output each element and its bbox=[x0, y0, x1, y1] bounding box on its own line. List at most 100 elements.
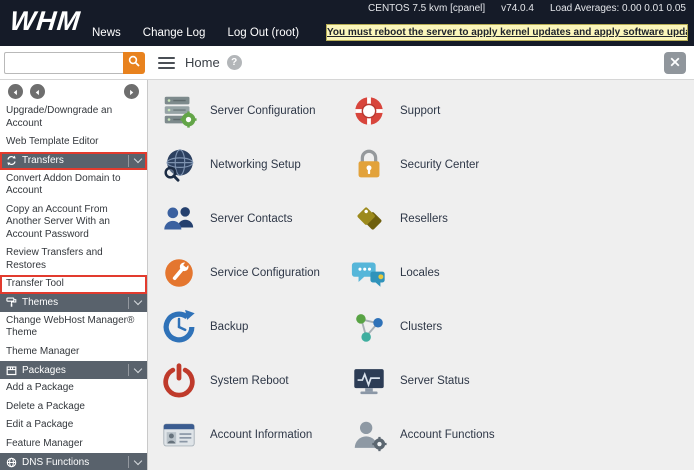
version-label: v74.0.4 bbox=[501, 3, 534, 14]
account-functions-icon bbox=[350, 416, 388, 454]
app-item-locales[interactable]: Locales bbox=[350, 254, 694, 292]
app-item-security-center[interactable]: Security Center bbox=[350, 146, 694, 184]
app-item-server-configuration[interactable]: Server Configuration bbox=[160, 92, 350, 130]
chevron-down-icon bbox=[128, 364, 141, 376]
arrow-left-icon bbox=[34, 83, 41, 101]
app-item-account-information[interactable]: Account Information bbox=[160, 416, 350, 454]
app-item-support[interactable]: Support bbox=[350, 92, 694, 130]
backup-icon bbox=[160, 308, 198, 346]
section-label: Transfers bbox=[22, 155, 64, 166]
topbar-nav: News Change Log Log Out (root) bbox=[92, 27, 299, 39]
app-item-label: Support bbox=[400, 105, 441, 117]
packages-icon bbox=[6, 365, 17, 376]
section-label: Packages bbox=[22, 364, 66, 376]
sidebar-section-dns-functions[interactable]: DNS Functions bbox=[0, 453, 147, 470]
themes-icon bbox=[6, 297, 17, 308]
transfers-icon bbox=[6, 155, 17, 166]
app-item-label: Account Functions bbox=[400, 429, 495, 441]
search-input[interactable] bbox=[4, 51, 123, 74]
locales-icon bbox=[350, 254, 388, 292]
search-button[interactable] bbox=[123, 51, 145, 74]
app-item-label: Account Information bbox=[210, 429, 313, 441]
server-info-bar: CENTOS 7.5 kvm [cpanel] v74.0.4 Load Ave… bbox=[368, 3, 686, 14]
nav-back2-button[interactable] bbox=[30, 84, 45, 99]
clusters-icon bbox=[350, 308, 388, 346]
content: Upgrade/Downgrade an Account Web Template… bbox=[0, 80, 694, 470]
account-information-icon bbox=[160, 416, 198, 454]
app-item-label: Clusters bbox=[400, 321, 443, 333]
sidebar-item-change-webhost-manager-theme[interactable]: Change WebHost Manager® Theme bbox=[0, 312, 147, 343]
topnav-log-out-root[interactable]: Log Out (root) bbox=[227, 27, 299, 39]
app-item-label: Resellers bbox=[400, 213, 448, 225]
reboot-warning-banner[interactable]: You must reboot the server to apply kern… bbox=[326, 24, 688, 41]
sidebar-nav-arrows bbox=[0, 80, 147, 102]
breadcrumb-home[interactable]: Home bbox=[185, 55, 220, 70]
arrow-left-icon bbox=[12, 83, 19, 101]
section-label: Themes bbox=[22, 297, 59, 308]
chevron-down-icon bbox=[128, 154, 141, 167]
reboot-warning-text: You must reboot the server to apply kern… bbox=[327, 27, 687, 38]
networking-setup-icon bbox=[160, 146, 198, 184]
app-item-account-functions[interactable]: Account Functions bbox=[350, 416, 694, 454]
chevron-down-icon bbox=[128, 456, 141, 468]
app-item-label: System Reboot bbox=[210, 375, 289, 387]
app-item-resellers[interactable]: Resellers bbox=[350, 200, 694, 238]
app-item-backup[interactable]: Backup bbox=[160, 308, 350, 346]
chevron-down-icon bbox=[128, 296, 141, 309]
sidebar-search bbox=[0, 51, 148, 74]
sidebar-item-upgrade-downgrade-an-account[interactable]: Upgrade/Downgrade an Account bbox=[0, 102, 147, 133]
app-item-server-contacts[interactable]: Server Contacts bbox=[160, 200, 350, 238]
sidebar-item-feature-manager[interactable]: Feature Manager bbox=[0, 435, 147, 454]
app-item-label: Server Status bbox=[400, 375, 470, 387]
sidebar-item-copy-an-account-from-another-server-with-an-account-password[interactable]: Copy an Account From Another Server With… bbox=[0, 201, 147, 245]
topbar: WHM CENTOS 7.5 kvm [cpanel] v74.0.4 Load… bbox=[0, 0, 694, 46]
dns-functions-icon bbox=[6, 457, 17, 468]
app-item-clusters[interactable]: Clusters bbox=[350, 308, 694, 346]
security-center-icon bbox=[350, 146, 388, 184]
app-item-label: Security Center bbox=[400, 159, 480, 171]
app-item-networking-setup[interactable]: Networking Setup bbox=[160, 146, 350, 184]
sidebar-item-review-transfers-and-restores[interactable]: Review Transfers and Restores bbox=[0, 244, 147, 275]
sidebar-item-add-a-package[interactable]: Add a Package bbox=[0, 379, 147, 398]
app-item-label: Service Configuration bbox=[210, 267, 320, 279]
support-icon bbox=[350, 92, 388, 130]
app-item-server-status[interactable]: Server Status bbox=[350, 362, 694, 400]
service-configuration-icon bbox=[160, 254, 198, 292]
section-label: DNS Functions bbox=[22, 456, 90, 468]
resellers-icon bbox=[350, 200, 388, 238]
server-status-icon bbox=[350, 362, 388, 400]
sidebar-item-transfer-tool[interactable]: Transfer Tool bbox=[0, 275, 147, 294]
help-icon[interactable]: ? bbox=[226, 55, 242, 70]
main-grid: Server Configuration Support Networking Se… bbox=[148, 80, 694, 470]
sidebar: Upgrade/Downgrade an Account Web Template… bbox=[0, 80, 148, 470]
load-averages-label: Load Averages: 0.00 0.01 0.05 bbox=[549, 3, 686, 14]
app-item-label: Backup bbox=[210, 321, 249, 333]
nav-back-button[interactable] bbox=[8, 84, 23, 99]
sidebar-item-theme-manager[interactable]: Theme Manager bbox=[0, 343, 147, 362]
sidebar-item-web-template-editor[interactable]: Web Template Editor bbox=[0, 133, 147, 152]
sidebar-item-convert-addon-domain-to-account[interactable]: Convert Addon Domain to Account bbox=[0, 170, 147, 201]
nav-forward-button[interactable] bbox=[124, 84, 139, 99]
app-item-label: Locales bbox=[400, 267, 440, 279]
app-item-label: Networking Setup bbox=[210, 159, 301, 171]
sidebar-section-transfers[interactable]: Transfers bbox=[0, 151, 147, 170]
close-button[interactable] bbox=[664, 52, 686, 74]
toolbar: Home ? bbox=[0, 46, 694, 80]
app-item-service-configuration[interactable]: Service Configuration bbox=[160, 254, 350, 292]
sidebar-list: Upgrade/Downgrade an Account Web Template… bbox=[0, 102, 147, 470]
app-item-label: Server Contacts bbox=[210, 213, 293, 225]
server-configuration-icon bbox=[160, 92, 198, 130]
server-os-label: CENTOS 7.5 kvm [cpanel] bbox=[368, 3, 486, 14]
app-item-system-reboot[interactable]: System Reboot bbox=[160, 362, 350, 400]
close-icon bbox=[670, 54, 680, 72]
whm-logo[interactable]: WHM bbox=[8, 6, 82, 37]
sidebar-item-edit-a-package[interactable]: Edit a Package bbox=[0, 416, 147, 435]
sidebar-section-packages[interactable]: Packages bbox=[0, 361, 147, 379]
topnav-news[interactable]: News bbox=[92, 27, 121, 39]
arrow-right-icon bbox=[128, 83, 135, 101]
app-item-label: Server Configuration bbox=[210, 105, 316, 117]
topnav-change-log[interactable]: Change Log bbox=[143, 27, 206, 39]
menu-hamburger-icon[interactable] bbox=[158, 56, 175, 69]
sidebar-item-delete-a-package[interactable]: Delete a Package bbox=[0, 398, 147, 417]
sidebar-section-themes[interactable]: Themes bbox=[0, 293, 147, 312]
